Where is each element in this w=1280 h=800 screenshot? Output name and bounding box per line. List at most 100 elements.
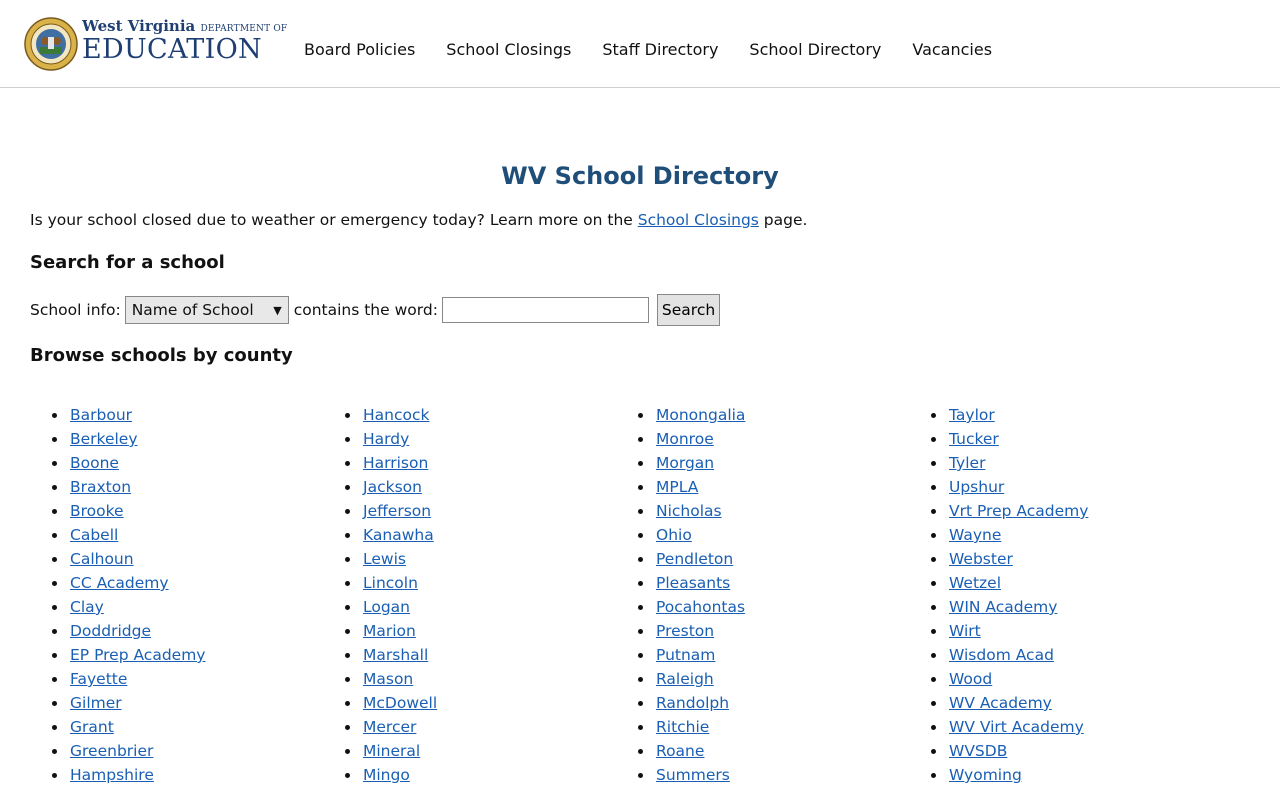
county-link[interactable]: Lincoln — [363, 574, 418, 592]
county-link[interactable]: Hancock — [363, 406, 429, 424]
county-link[interactable]: Upshur — [949, 478, 1004, 496]
search-heading: Search for a school — [30, 252, 225, 273]
county-link[interactable]: Wayne — [949, 526, 1001, 544]
county-link[interactable]: WVSDB — [949, 742, 1007, 760]
list-item: Webster — [909, 547, 1202, 571]
list-item: Wisdom Acad — [909, 643, 1202, 667]
county-link[interactable]: Randolph — [656, 694, 729, 712]
county-link[interactable]: Roane — [656, 742, 704, 760]
county-link[interactable]: Grant — [70, 718, 114, 736]
county-link[interactable]: WV Academy — [949, 694, 1052, 712]
list-item: Mingo — [323, 763, 616, 787]
list-item: Pendleton — [616, 547, 909, 571]
county-link[interactable]: WV Virt Academy — [949, 718, 1084, 736]
list-item: McDowell — [323, 691, 616, 715]
county-link[interactable]: Logan — [363, 598, 410, 616]
county-link[interactable]: Boone — [70, 454, 119, 472]
county-link[interactable]: Wetzel — [949, 574, 1001, 592]
nav-board-policies[interactable]: Board Policies — [304, 40, 415, 59]
list-item: WV Academy — [909, 691, 1202, 715]
list-item: Mineral — [323, 739, 616, 763]
county-link[interactable]: Pleasants — [656, 574, 730, 592]
list-item: Pocahontas — [616, 595, 909, 619]
county-link[interactable]: Putnam — [656, 646, 715, 664]
county-link[interactable]: Wyoming — [949, 766, 1022, 784]
county-link[interactable]: MPLA — [656, 478, 698, 496]
county-link[interactable]: Mercer — [363, 718, 416, 736]
county-link[interactable]: Barbour — [70, 406, 132, 424]
county-link[interactable]: Pendleton — [656, 550, 733, 568]
notice-suffix: page. — [758, 211, 808, 229]
list-item: WIN Academy — [909, 595, 1202, 619]
county-link[interactable]: Mason — [363, 670, 413, 688]
list-item: Putnam — [616, 643, 909, 667]
list-item: CC Academy — [30, 571, 323, 595]
county-link[interactable]: Ritchie — [656, 718, 709, 736]
county-link[interactable]: CC Academy — [70, 574, 169, 592]
county-link[interactable]: Jackson — [363, 478, 422, 496]
nav-school-directory[interactable]: School Directory — [749, 40, 881, 59]
county-link[interactable]: Mineral — [363, 742, 420, 760]
list-item: Fayette — [30, 667, 323, 691]
county-link[interactable]: EP Prep Academy — [70, 646, 205, 664]
nav-school-closings[interactable]: School Closings — [446, 40, 571, 59]
logo-state-name: West Virginia — [82, 17, 196, 35]
list-item: Doddridge — [30, 619, 323, 643]
school-closings-link[interactable]: School Closings — [638, 211, 759, 229]
list-item: Wyoming — [909, 763, 1202, 787]
county-link[interactable]: Hampshire — [70, 766, 154, 784]
county-link[interactable]: Berkeley — [70, 430, 138, 448]
county-link[interactable]: Gilmer — [70, 694, 122, 712]
school-info-select[interactable]: Name of School ▼ — [124, 296, 289, 324]
list-item: Tyler — [909, 451, 1202, 475]
county-link[interactable]: McDowell — [363, 694, 437, 712]
county-link[interactable]: Braxton — [70, 478, 131, 496]
county-link[interactable]: Monroe — [656, 430, 714, 448]
county-link[interactable]: Fayette — [70, 670, 127, 688]
wvde-logo[interactable]: West Virginia DEPARTMENT OF EDUCATION — [24, 16, 304, 71]
search-button[interactable]: Search — [656, 294, 721, 326]
county-link[interactable]: Kanawha — [363, 526, 434, 544]
county-link[interactable]: Cabell — [70, 526, 118, 544]
county-list: Barbour Berkeley Boone Braxton Brooke Cabell C… — [30, 403, 1250, 787]
county-link[interactable]: Calhoun — [70, 550, 134, 568]
county-link[interactable]: Morgan — [656, 454, 714, 472]
county-link[interactable]: Wisdom Acad — [949, 646, 1054, 664]
county-link[interactable]: Greenbrier — [70, 742, 153, 760]
county-link[interactable]: Clay — [70, 598, 104, 616]
county-link[interactable]: Vrt Prep Academy — [949, 502, 1088, 520]
chevron-down-icon: ▼ — [273, 303, 282, 317]
search-input[interactable] — [441, 297, 649, 323]
list-item: EP Prep Academy — [30, 643, 323, 667]
county-link[interactable]: WIN Academy — [949, 598, 1057, 616]
county-link[interactable]: Marshall — [363, 646, 428, 664]
county-link[interactable]: Ohio — [656, 526, 692, 544]
county-link[interactable]: Taylor — [949, 406, 995, 424]
county-link[interactable]: Lewis — [363, 550, 406, 568]
nav-staff-directory[interactable]: Staff Directory — [602, 40, 718, 59]
county-link[interactable]: Nicholas — [656, 502, 722, 520]
county-link[interactable]: Mingo — [363, 766, 410, 784]
list-item: MPLA — [616, 475, 909, 499]
page-title: WV School Directory — [501, 162, 779, 190]
county-link[interactable]: Brooke — [70, 502, 124, 520]
county-link[interactable]: Hardy — [363, 430, 409, 448]
county-link[interactable]: Pocahontas — [656, 598, 745, 616]
county-link[interactable]: Raleigh — [656, 670, 714, 688]
county-link[interactable]: Wood — [949, 670, 992, 688]
contains-label: contains the word: — [293, 301, 438, 319]
nav-vacancies[interactable]: Vacancies — [912, 40, 992, 59]
county-link[interactable]: Webster — [949, 550, 1013, 568]
county-link[interactable]: Marion — [363, 622, 416, 640]
county-link[interactable]: Wirt — [949, 622, 981, 640]
county-link[interactable]: Harrison — [363, 454, 428, 472]
county-link[interactable]: Tucker — [949, 430, 999, 448]
county-link[interactable]: Preston — [656, 622, 714, 640]
county-link[interactable]: Summers — [656, 766, 730, 784]
county-link[interactable]: Doddridge — [70, 622, 151, 640]
county-link[interactable]: Jefferson — [363, 502, 431, 520]
list-item: Wayne — [909, 523, 1202, 547]
list-item: Marshall — [323, 643, 616, 667]
county-link[interactable]: Tyler — [949, 454, 985, 472]
county-link[interactable]: Monongalia — [656, 406, 745, 424]
